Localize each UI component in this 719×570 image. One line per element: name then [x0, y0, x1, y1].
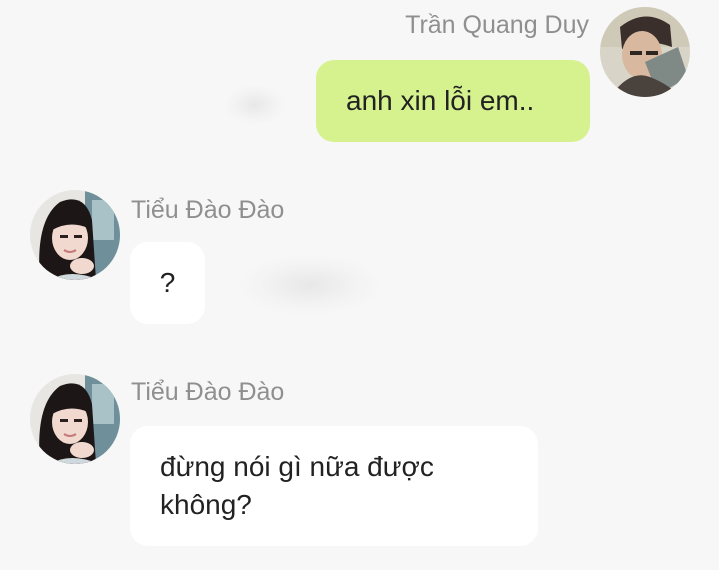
chat-thread: Trần Quang Duy anh xin lỗi em.. Tiểu Đào…	[0, 0, 719, 570]
message-bubble[interactable]: anh xin lỗi em..	[316, 60, 590, 142]
user-photo-avatar-icon[interactable]	[600, 7, 690, 97]
message-incoming: Tiểu Đào Đào đừng nói gì nữa được không?	[0, 362, 719, 570]
sender-name: Tiểu Đào Đào	[131, 378, 285, 406]
user-photo-avatar-icon[interactable]	[30, 374, 120, 464]
user-photo-avatar-icon[interactable]	[30, 190, 120, 280]
message-text-line: không?	[160, 489, 252, 520]
sender-name: Tiểu Đào Đào	[131, 196, 285, 224]
message-text: anh xin lỗi em..	[346, 85, 535, 116]
message-incoming: Tiểu Đào Đào ?	[0, 180, 719, 330]
message-text-line: đừng nói gì nữa được	[160, 451, 434, 482]
message-text: ?	[159, 267, 176, 298]
sender-name: Trần Quang Duy	[405, 11, 589, 39]
message-outgoing: Trần Quang Duy anh xin lỗi em..	[0, 0, 719, 150]
message-bubble[interactable]: ?	[130, 242, 205, 324]
message-bubble[interactable]: đừng nói gì nữa được không?	[130, 426, 538, 546]
